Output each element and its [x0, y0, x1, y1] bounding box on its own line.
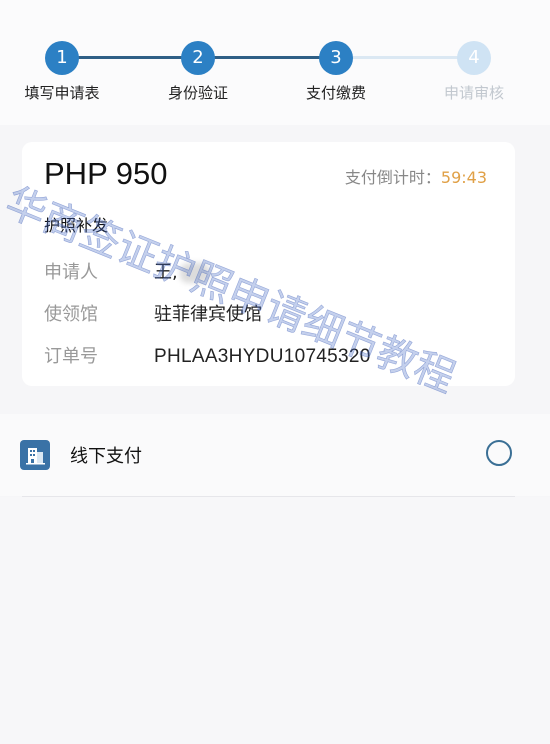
payment-amount: PHP 950 [44, 156, 168, 191]
progress-stepper: 1 2 3 4 填写申请表 身份验证 支付缴费 申请审核 [0, 38, 550, 108]
building-icon [20, 440, 50, 470]
step-3-circle: 3 [319, 41, 353, 75]
order-number-row: 订单号 PHLAA3HYDU10745320 [44, 342, 371, 368]
redacted-name-blur [179, 263, 210, 283]
payment-countdown: 支付倒计时：59:43 [345, 164, 487, 188]
offline-payment-option[interactable]: 线下支付 [0, 414, 550, 496]
countdown-time: 59:43 [440, 168, 487, 187]
empty-content-area [0, 497, 550, 744]
embassy-label: 使领馆 [44, 304, 98, 325]
step-connector-3-4 [336, 56, 474, 59]
step-4-circle: 4 [457, 41, 491, 75]
embassy-row: 使领馆 驻菲律宾使馆 [44, 300, 262, 326]
order-card: PHP 950 支付倒计时：59:43 护照补发 申请人 王, 使领馆 驻菲律宾使馆… [22, 142, 515, 386]
embassy-value: 驻菲律宾使馆 [154, 304, 262, 325]
countdown-label: 支付倒计时： [344, 168, 441, 187]
step-connector-2-3 [198, 56, 336, 59]
step-1-circle: 1 [45, 41, 79, 75]
applicant-label: 申请人 [44, 262, 98, 283]
applicant-row: 申请人 王, [44, 258, 210, 284]
service-type: 护照补发 [44, 216, 109, 235]
step-1-label: 填写申请表 [24, 84, 100, 102]
step-2-label: 身份验证 [167, 84, 228, 102]
order-number-value: PHLAA3HYDU10745320 [154, 346, 371, 367]
step-4-label: 申请审核 [443, 84, 504, 102]
order-number-label: 订单号 [44, 346, 98, 367]
step-2-circle: 2 [181, 41, 215, 75]
offline-payment-label: 线下支付 [70, 446, 142, 467]
applicant-value: 王, [154, 262, 178, 283]
step-connector-1-2 [62, 56, 198, 59]
offline-payment-radio[interactable] [486, 440, 512, 466]
step-3-label: 支付缴费 [305, 84, 366, 102]
